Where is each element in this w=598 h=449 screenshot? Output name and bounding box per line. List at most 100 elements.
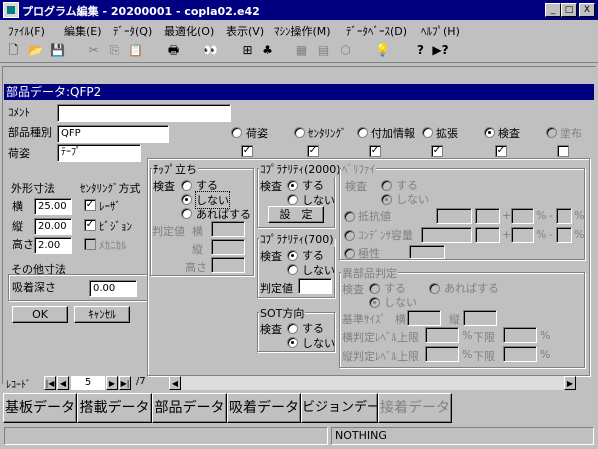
view-option-inspection-checkbox[interactable]: ✓ bbox=[495, 145, 507, 157]
maximize-button[interactable]: □ bbox=[561, 3, 577, 17]
outer-width-field[interactable]: 25.00 bbox=[34, 198, 72, 215]
coplanarity700-do-radio[interactable] bbox=[287, 250, 298, 261]
foreign-part-width-field[interactable] bbox=[407, 310, 441, 326]
view-option-additional-checkbox[interactable]: ✓ bbox=[369, 145, 381, 157]
foreign-part-length-lower-field[interactable] bbox=[503, 346, 537, 362]
verify-capacitance-plus-field[interactable] bbox=[511, 227, 534, 243]
view-option-package-checkbox[interactable]: ✓ bbox=[241, 145, 253, 157]
tab-adhesive-data[interactable]: 接着データ bbox=[378, 393, 452, 423]
centering-mechanical-checkbox[interactable] bbox=[84, 238, 96, 250]
verify-capacitance-radio[interactable] bbox=[344, 230, 355, 241]
view-option-centering-radio[interactable] bbox=[294, 127, 305, 138]
comment-field[interactable] bbox=[57, 104, 231, 122]
menu-edit[interactable]: 編集(E) bbox=[64, 23, 102, 39]
menu-optimize[interactable]: 最適化(O) bbox=[164, 23, 214, 39]
foreign-part-length-field[interactable] bbox=[463, 310, 497, 326]
minimize-button[interactable]: _ bbox=[545, 3, 561, 17]
tab-suction-data[interactable]: 吸着データ bbox=[227, 393, 301, 423]
package-field[interactable]: ﾃｰﾌﾟ bbox=[57, 144, 141, 162]
menu-help[interactable]: ﾍﾙﾌﾟ(H) bbox=[421, 23, 460, 39]
next-record-icon[interactable]: ▶ bbox=[106, 376, 118, 390]
foreign-part-width-upper-field[interactable] bbox=[425, 327, 459, 343]
view-option-extension-checkbox[interactable]: ✓ bbox=[431, 145, 443, 157]
cancel-button[interactable]: ｷｬﾝｾﾙ bbox=[74, 306, 130, 323]
verify-dont-radio[interactable] bbox=[381, 194, 392, 205]
foreign-part-dont-radio[interactable] bbox=[369, 297, 380, 308]
scroll-right-icon[interactable]: ▶ bbox=[564, 376, 576, 390]
view-option-package-radio[interactable] bbox=[231, 127, 242, 138]
view-option-inspection-radio[interactable] bbox=[484, 127, 495, 138]
verify-polarity-field[interactable] bbox=[409, 245, 445, 259]
chip-stand-if-any-radio[interactable] bbox=[181, 208, 192, 219]
verify-resistance-minus-field[interactable] bbox=[556, 208, 572, 224]
coplanarity2000-settings-button[interactable]: 設 定 bbox=[268, 206, 324, 223]
foreign-part-if-any-radio[interactable] bbox=[429, 283, 440, 294]
context-help-icon[interactable]: ▶? bbox=[431, 41, 450, 60]
tab-board-data[interactable]: 基板データ bbox=[3, 393, 77, 423]
copy-icon[interactable]: ⎘ bbox=[105, 41, 124, 60]
scroll-left-icon[interactable]: ◀ bbox=[169, 376, 181, 390]
chip-stand-height-field[interactable] bbox=[211, 257, 245, 273]
new-file-icon[interactable]: 🗋 bbox=[4, 41, 23, 60]
chip-stand-length-field[interactable] bbox=[211, 239, 245, 255]
help-icon[interactable]: ? bbox=[411, 41, 430, 60]
menu-view[interactable]: 表示(V) bbox=[226, 23, 264, 39]
title-bar[interactable]: プログラム編集 - 20200001 - copla02.e42 _ □ X bbox=[0, 0, 598, 20]
horizontal-scrollbar[interactable] bbox=[169, 376, 569, 390]
view-option-extension-radio[interactable] bbox=[422, 127, 433, 138]
view-option-coating-radio[interactable] bbox=[546, 127, 557, 138]
last-record-icon[interactable]: ▶| bbox=[119, 376, 131, 390]
centering-laser-checkbox[interactable]: ✓ bbox=[84, 199, 96, 211]
foreign-part-length-upper-field[interactable] bbox=[425, 346, 459, 362]
grid-icon[interactable]: ▦ bbox=[292, 41, 311, 60]
cut-icon[interactable]: ✂ bbox=[84, 41, 103, 60]
menu-data[interactable]: ﾃﾞｰﾀ(Q) bbox=[113, 23, 152, 39]
tab-parts-data[interactable]: 部品データ bbox=[152, 393, 227, 423]
first-record-icon[interactable]: |◀ bbox=[44, 376, 56, 390]
foreign-part-do-radio[interactable] bbox=[369, 283, 380, 294]
record-current[interactable]: 5 bbox=[71, 376, 105, 390]
centering-vision-checkbox[interactable]: ✓ bbox=[84, 219, 96, 231]
sot-direction-do-radio[interactable] bbox=[287, 323, 298, 334]
suction-depth-field[interactable]: 0.00 bbox=[89, 280, 137, 297]
paste-icon[interactable]: 📋 bbox=[126, 41, 145, 60]
coplanarity700-judge-field[interactable] bbox=[298, 278, 332, 294]
tab-vision-data[interactable]: ビジョンデータ bbox=[301, 393, 393, 423]
save-icon[interactable]: 💾 bbox=[48, 41, 67, 60]
part-type-field[interactable]: QFP bbox=[57, 125, 169, 143]
components-icon[interactable]: ♣ bbox=[258, 41, 277, 60]
verify-resistance-value-field[interactable] bbox=[436, 208, 472, 224]
verify-capacitance-unit-field[interactable] bbox=[475, 227, 500, 243]
outer-length-field[interactable]: 20.00 bbox=[34, 218, 72, 235]
menu-database[interactable]: ﾃﾞｰﾀﾍﾞｰｽ(D) bbox=[346, 23, 407, 39]
view-option-centering-checkbox[interactable]: ✓ bbox=[307, 145, 319, 157]
ok-button[interactable]: OK bbox=[12, 306, 68, 323]
print-icon[interactable]: 🖶 bbox=[164, 41, 183, 60]
verify-resistance-plus-field[interactable] bbox=[511, 208, 534, 224]
menu-file[interactable]: ﾌｧｲﾙ(F) bbox=[8, 23, 45, 39]
verify-do-radio[interactable] bbox=[381, 180, 392, 191]
verify-polarity-radio[interactable] bbox=[344, 248, 355, 259]
view-option-additional-radio[interactable] bbox=[357, 127, 368, 138]
coplanarity2000-dont-radio[interactable] bbox=[287, 194, 298, 205]
coplanarity2000-do-radio[interactable] bbox=[287, 180, 298, 191]
outer-height-field[interactable]: 2.00 bbox=[34, 237, 72, 254]
foreign-part-width-lower-field[interactable] bbox=[503, 327, 537, 343]
app-icon[interactable] bbox=[3, 2, 19, 18]
chip-stand-width-field[interactable] bbox=[211, 221, 245, 237]
close-button[interactable]: X bbox=[579, 3, 595, 17]
binoculars-icon[interactable]: 👀 bbox=[201, 41, 220, 60]
view-option-coating-checkbox[interactable] bbox=[557, 145, 569, 157]
pattern-icon[interactable]: ▤ bbox=[314, 41, 333, 60]
chip-stand-do-radio[interactable] bbox=[181, 180, 192, 191]
coplanarity700-dont-radio[interactable] bbox=[287, 264, 298, 275]
verify-resistance-unit-field[interactable] bbox=[475, 208, 500, 224]
verify-capacitance-value-field[interactable] bbox=[421, 227, 472, 243]
verify-resistance-radio[interactable] bbox=[344, 211, 355, 222]
network-icon[interactable]: ⊞ bbox=[238, 41, 257, 60]
lightbulb-icon[interactable]: 💡 bbox=[373, 41, 392, 60]
tab-mounting-data[interactable]: 搭載データ bbox=[77, 393, 152, 423]
prev-record-icon[interactable]: ◀ bbox=[57, 376, 69, 390]
cube-icon[interactable]: ⬡ bbox=[336, 41, 355, 60]
open-folder-icon[interactable]: 📂 bbox=[26, 41, 45, 60]
